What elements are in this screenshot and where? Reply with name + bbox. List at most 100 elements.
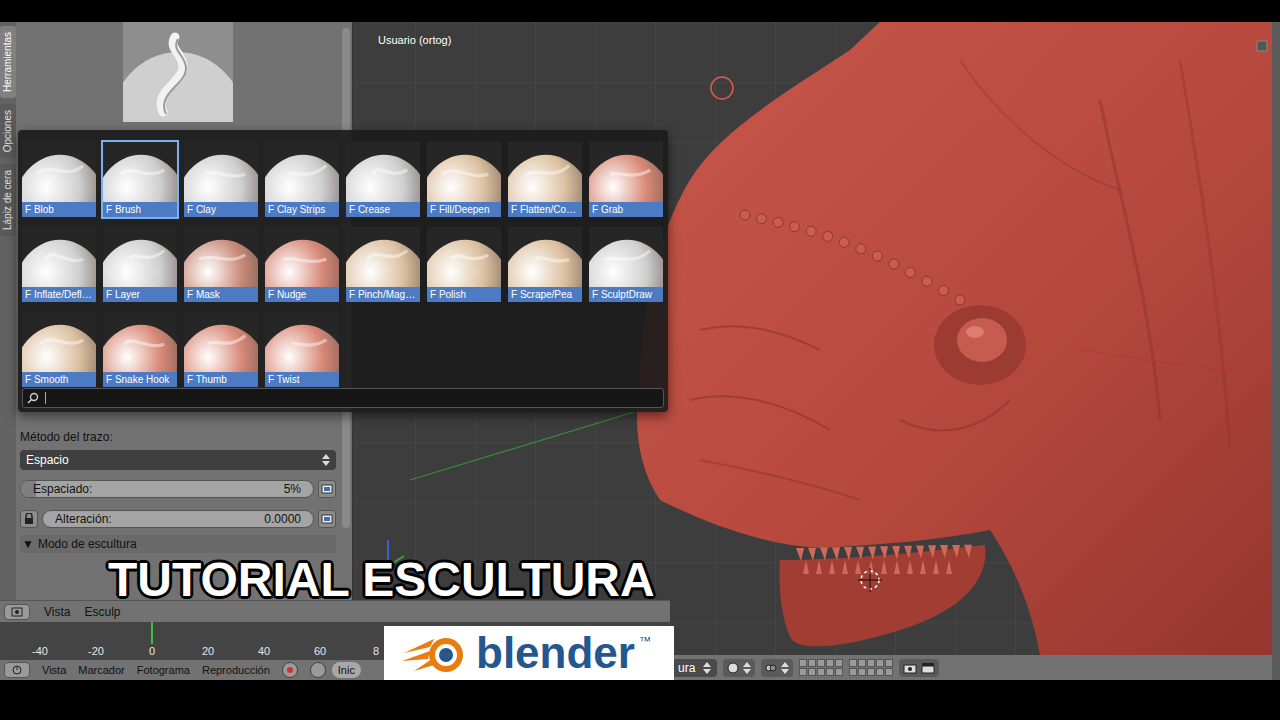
brush-thumbnail-icon xyxy=(265,227,339,287)
layer-grid[interactable] xyxy=(849,659,893,676)
brush-thumbnail-icon xyxy=(589,227,663,287)
brush-thumbnail-icon xyxy=(346,142,420,202)
brush-label: F Crease xyxy=(346,202,420,217)
lock-button[interactable] xyxy=(20,510,38,528)
brush-tile[interactable]: F Grab xyxy=(589,142,663,217)
brush-thumbnail-icon xyxy=(22,227,96,287)
brush-image xyxy=(22,312,96,372)
brush-thumbnail-icon xyxy=(184,312,258,372)
panel-tab[interactable]: Opciones xyxy=(0,104,16,158)
brush-preview[interactable] xyxy=(123,22,233,122)
brush-tile[interactable]: F Clay Strips xyxy=(265,142,339,217)
brush-tile[interactable]: F Inflate/Defl… xyxy=(22,227,96,302)
lock-toggle-icon[interactable] xyxy=(310,662,326,678)
brush-tile[interactable]: F Crease xyxy=(346,142,420,217)
timeline-tick: 20 xyxy=(180,622,236,660)
brush-image xyxy=(346,227,420,287)
editor-type-button[interactable] xyxy=(4,662,30,678)
layer-cell[interactable] xyxy=(835,659,843,667)
layer-cell[interactable] xyxy=(826,659,834,667)
brush-search[interactable] xyxy=(22,388,664,408)
layer-cell[interactable] xyxy=(858,668,866,676)
layer-cell[interactable] xyxy=(858,659,866,667)
menu-item[interactable]: Reproducción xyxy=(202,664,270,676)
layer-cell[interactable] xyxy=(867,659,875,667)
brush-label: F Mask xyxy=(184,287,258,302)
editor-type-button[interactable] xyxy=(4,604,30,620)
panel-tab[interactable]: Herramientas xyxy=(0,26,16,98)
layer-cell[interactable] xyxy=(876,659,884,667)
layer-cell[interactable] xyxy=(849,668,857,676)
layer-cell[interactable] xyxy=(817,668,825,676)
brush-label: F Scrape/Pea xyxy=(508,287,582,302)
menu-item[interactable]: Vista xyxy=(42,664,66,676)
layer-cell[interactable] xyxy=(835,668,843,676)
brush-thumbnail-icon xyxy=(346,227,420,287)
brush-tile[interactable]: F Nudge xyxy=(265,227,339,302)
brush-thumbnail-icon xyxy=(184,142,258,202)
layer-cell[interactable] xyxy=(817,659,825,667)
editor-type-icon xyxy=(11,607,23,617)
layer-cell[interactable] xyxy=(885,668,893,676)
layer-cell[interactable] xyxy=(885,659,893,667)
layer-cell[interactable] xyxy=(849,659,857,667)
brush-tile[interactable]: F Pinch/Mag… xyxy=(346,227,420,302)
timeline-tick: 0 xyxy=(124,622,180,660)
brush-label: F Twist xyxy=(265,372,339,387)
layer-cell[interactable] xyxy=(799,668,807,676)
layer-cell[interactable] xyxy=(808,659,816,667)
brush-tile[interactable]: F Snake Hook xyxy=(103,312,177,387)
slider-row: Alteración:0.0000 xyxy=(20,510,336,528)
keyframe-button[interactable] xyxy=(318,510,336,528)
brush-tile[interactable]: F Mask xyxy=(184,227,258,302)
section-header[interactable]: ▼Modo de escultura xyxy=(20,535,336,553)
blender-logo-icon xyxy=(400,631,472,675)
brush-tile[interactable]: F Brush xyxy=(103,142,177,217)
brush-tile[interactable]: F Smooth xyxy=(22,312,96,387)
layer-cell[interactable] xyxy=(876,668,884,676)
clock-icon xyxy=(12,665,22,675)
brush-tile[interactable]: F Layer xyxy=(103,227,177,302)
render-button[interactable] xyxy=(899,659,939,677)
brush-tile[interactable]: F Twist xyxy=(265,312,339,387)
brush-tile[interactable]: F Polish xyxy=(427,227,501,302)
brush-tile[interactable]: F Clay xyxy=(184,142,258,217)
record-icon[interactable] xyxy=(282,662,298,678)
brush-image xyxy=(589,142,663,202)
menu-item[interactable]: Vista xyxy=(44,605,70,619)
start-frame-field[interactable]: Inic xyxy=(332,662,361,678)
slider[interactable]: Espaciado:5% xyxy=(20,480,314,498)
layer-grid[interactable] xyxy=(799,659,843,676)
slider[interactable]: Alteración:0.0000 xyxy=(42,510,314,528)
brush-image xyxy=(103,142,177,202)
brush-tile[interactable]: F Flatten/Co… xyxy=(508,142,582,217)
brush-image xyxy=(184,312,258,372)
panel-tab[interactable]: Lápiz de cera xyxy=(0,164,16,236)
brush-tile[interactable]: F Fill/Deepen xyxy=(427,142,501,217)
menu-item[interactable]: Fotograma xyxy=(137,664,190,676)
keyframe-icon xyxy=(321,483,333,495)
playhead xyxy=(319,622,321,644)
keyframe-button[interactable] xyxy=(318,480,336,498)
layer-cell[interactable] xyxy=(867,668,875,676)
layer-cell[interactable] xyxy=(808,668,816,676)
brush-tile[interactable]: F Scrape/Pea xyxy=(508,227,582,302)
up-down-arrows-icon xyxy=(781,662,789,674)
keyframe-icon xyxy=(321,513,333,525)
brush-label: F Thumb xyxy=(184,372,258,387)
mode-dropdown[interactable]: ura xyxy=(672,659,717,677)
timeline-tick: -20 xyxy=(68,622,124,660)
shading-button[interactable] xyxy=(723,659,755,677)
brush-thumbnail-icon xyxy=(265,142,339,202)
menu-item[interactable]: Marcador xyxy=(78,664,124,676)
layer-cell[interactable] xyxy=(826,668,834,676)
layer-cell[interactable] xyxy=(799,659,807,667)
stroke-method-dropdown[interactable]: Espacio xyxy=(20,450,336,470)
menu-item[interactable]: Esculp xyxy=(84,605,120,619)
pivot-button[interactable] xyxy=(761,659,793,677)
brush-image xyxy=(184,142,258,202)
brush-tile[interactable]: F Thumb xyxy=(184,312,258,387)
up-down-arrows-icon xyxy=(743,662,751,674)
brush-tile[interactable]: F SculptDraw xyxy=(589,227,663,302)
brush-tile[interactable]: F Blob xyxy=(22,142,96,217)
